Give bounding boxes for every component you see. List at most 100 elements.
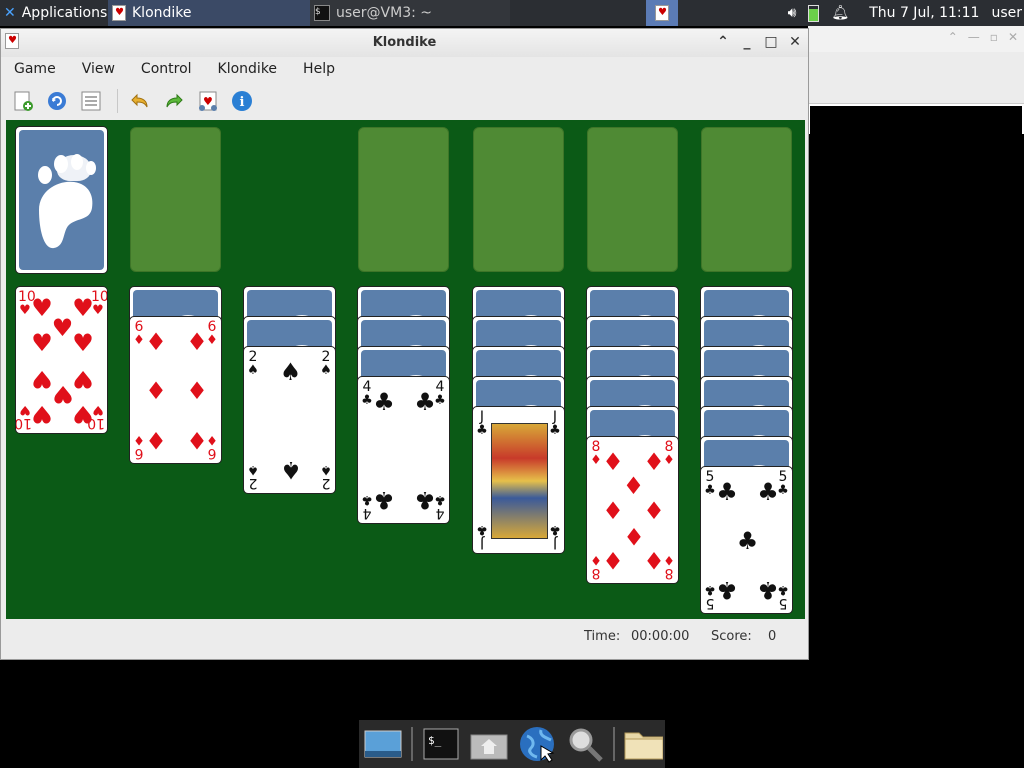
dock-separator	[411, 727, 413, 761]
menu-bar: Game View Control Klondike Help	[1, 57, 808, 81]
show-desktop-icon[interactable]	[363, 724, 403, 764]
svg-text:i: i	[240, 95, 245, 110]
volume-icon[interactable]: 🔊︎	[788, 5, 797, 21]
svg-text:$_: $_	[428, 734, 442, 747]
files-folder-icon[interactable]	[623, 724, 663, 764]
svg-text:♥: ♥	[203, 95, 213, 108]
maximize-icon[interactable]: □	[764, 33, 778, 51]
card-rank: 2	[248, 475, 258, 491]
menu-game[interactable]: Game	[1, 61, 69, 77]
background-window: ⌃ — ▫ ✕	[808, 26, 1024, 768]
status-bar: Time: 00:00:00 Score: 0	[6, 625, 805, 649]
taskbar-item-label: Klondike	[132, 5, 192, 21]
foundation-3[interactable]	[587, 127, 678, 272]
tableau-card[interactable]: 2 ♠ 2 ♠ 2 ♠ 2 ♠ ♠ ♠	[243, 346, 336, 494]
card-rank: 6	[134, 445, 144, 461]
card-corner-index: J ♣	[475, 522, 489, 551]
window-title: Klondike	[372, 35, 437, 50]
suit-pip: ♦	[145, 377, 167, 405]
workspace-switcher[interactable]	[646, 0, 678, 26]
suit-pip: ♣	[757, 575, 779, 604]
klondike-window: Klondike ⌃ _ □ ✕ Game View Control Klond…	[0, 28, 809, 660]
close-icon[interactable]: ✕	[1008, 30, 1018, 44]
new-game-icon[interactable]	[11, 89, 35, 113]
suit-pip: ♦	[643, 497, 665, 525]
maximize-icon[interactable]: ▫	[990, 30, 998, 44]
terminal-icon[interactable]: $_	[421, 724, 461, 764]
taskbar-item-klondike[interactable]: Klondike	[108, 0, 310, 26]
menu-help[interactable]: Help	[290, 61, 348, 77]
suit-pip: ♦	[145, 328, 167, 357]
suit-pip: ♣	[716, 478, 738, 507]
suit-pip: ♥	[31, 329, 53, 358]
applications-label: Applications	[21, 5, 108, 21]
foundation-2[interactable]	[473, 127, 564, 272]
tableau-card[interactable]: 8 ♦ 8 ♦ 8 ♦ 8 ♦ ♦ ♦ ♦ ♦ ♦ ♦ ♦ ♦	[586, 436, 679, 584]
close-icon[interactable]: ✕	[788, 33, 802, 51]
card-suit: ♣	[476, 522, 488, 537]
tableau-card[interactable]: 5 ♣ 5 ♣ 5 ♣ 5 ♣ ♣ ♣ ♣ ♣ ♣	[700, 466, 793, 614]
window-titlebar[interactable]: Klondike ⌃ _ □ ✕	[1, 29, 808, 57]
hint-icon[interactable]: ♥	[196, 89, 220, 113]
game-board: 10 ♥ 10 ♥ 10 ♥ 10 ♥ ♥ ♥ ♥ ♥ ♥ ♥ ♥ ♥ ♥ ♥ 6 ♦ 6 ♦ 6 ♦ 6 ♦ ♦ ♦ ♦ ♦ ♦ ♦ 2 ♠ 2 ♠…	[6, 120, 805, 619]
tableau-card[interactable]: 4 ♣ 4 ♣ 4 ♣ 4 ♣ ♣ ♣ ♣ ♣	[357, 376, 450, 524]
time-value: 00:00:00	[631, 629, 690, 644]
suit-pip: ♦	[622, 522, 645, 551]
gnome-foot-icon	[38, 154, 96, 249]
taskbar-item-label: user@VM3: ~	[336, 5, 432, 21]
dock: $_	[359, 720, 665, 768]
tableau-card[interactable]: J ♣ J ♣ J ♣ J ♣	[472, 406, 565, 554]
restart-icon[interactable]	[45, 89, 69, 113]
card-corner-index: J ♣	[548, 410, 562, 438]
card-suit: ♠	[320, 462, 332, 477]
redo-icon[interactable]	[162, 89, 186, 113]
stock-pile[interactable]	[15, 126, 108, 274]
suit-pip: ♦	[186, 377, 208, 405]
undo-icon[interactable]	[128, 89, 152, 113]
foundation-4[interactable]	[701, 127, 792, 272]
tableau-card[interactable]: 10 ♥ 10 ♥ 10 ♥ 10 ♥ ♥ ♥ ♥ ♥ ♥ ♥ ♥ ♥ ♥ ♥	[15, 286, 108, 434]
shade-icon[interactable]: ⌃	[716, 33, 730, 51]
notifications-bell-icon[interactable]: 🔔︎	[831, 5, 849, 21]
suit-pip: ♠	[279, 455, 302, 484]
select-game-icon[interactable]	[79, 89, 103, 113]
card-corner-index: J ♣	[548, 522, 562, 551]
score-value: 0	[768, 629, 777, 644]
card-suit: ♠	[247, 363, 259, 378]
search-icon[interactable]	[565, 724, 605, 764]
clock[interactable]: Thu 7 Jul, 11:11	[869, 5, 979, 21]
time-label: Time:	[584, 629, 621, 644]
klondike-app-icon	[112, 5, 126, 21]
info-icon[interactable]: i	[230, 89, 254, 113]
waste-slot[interactable]	[130, 127, 221, 272]
card-corner-index: 2 ♠	[246, 462, 260, 491]
chevron-up-icon[interactable]: ⌃	[948, 30, 958, 44]
suit-pip: ♦	[602, 545, 624, 574]
suit-pip: ♦	[622, 471, 645, 500]
taskbar-item-terminal[interactable]: $ user@VM3: ~	[310, 0, 510, 26]
applications-menu-button[interactable]: ✕ Applications	[0, 0, 108, 26]
suit-pip: ♣	[373, 388, 395, 417]
battery-icon[interactable]	[808, 4, 820, 22]
suit-pip: ♦	[602, 448, 624, 477]
menu-control[interactable]: Control	[128, 61, 205, 77]
web-browser-icon[interactable]	[517, 724, 557, 764]
suit-pip: ♥	[72, 329, 94, 358]
menu-view[interactable]: View	[69, 61, 128, 77]
tableau-card[interactable]: 6 ♦ 6 ♦ 6 ♦ 6 ♦ ♦ ♦ ♦ ♦ ♦ ♦	[129, 316, 222, 464]
card-suit: ♣	[549, 423, 561, 438]
menu-klondike[interactable]: Klondike	[205, 61, 291, 77]
minimize-icon[interactable]: _	[740, 33, 754, 51]
card-suit: ♠	[320, 363, 332, 378]
card-corner-index: 2 ♠	[319, 350, 333, 378]
background-window-titlebar: ⌃ — ▫ ✕	[808, 26, 1024, 52]
minimize-icon[interactable]: —	[968, 30, 980, 44]
home-folder-icon[interactable]	[469, 724, 509, 764]
user-menu[interactable]: user	[991, 5, 1022, 21]
foundation-1[interactable]	[358, 127, 449, 272]
suit-pip: ♣	[414, 388, 436, 417]
system-tray: 🔊︎ 🔔︎ Thu 7 Jul, 11:11 user	[788, 0, 1024, 26]
background-window-toolbar	[808, 52, 1024, 104]
suit-pip: ♦	[145, 425, 167, 454]
background-window-content	[810, 106, 1022, 766]
